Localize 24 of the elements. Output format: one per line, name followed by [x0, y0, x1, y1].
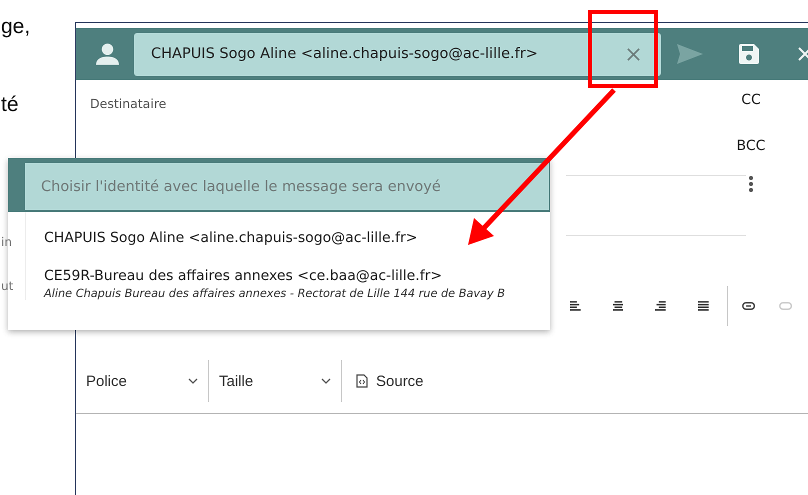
clear-icon[interactable] — [626, 46, 641, 62]
chevron-icon — [321, 378, 331, 384]
align-center-icon[interactable] — [612, 300, 624, 312]
justify-icon[interactable] — [698, 300, 709, 312]
align-right-icon[interactable] — [655, 300, 666, 312]
identity-option[interactable]: CHAPUIS Sogo Aline <aline.chapuis-sogo@ac-lille.fr> — [26, 212, 550, 264]
source-code-icon — [356, 374, 368, 388]
body-text: té — [1, 92, 20, 118]
more-icon[interactable] — [749, 176, 753, 192]
size-select[interactable]: Taille — [219, 372, 341, 390]
body-text: ge, — [1, 14, 30, 40]
chevron-icon — [188, 378, 198, 384]
align-left-icon[interactable] — [570, 300, 581, 312]
identity-signature: Aline Chapuis Bureau des affaires annexes - Rectorat de Lille 144 rue de Bavay B — [44, 287, 506, 300]
recipient-label: Destinataire — [90, 96, 166, 113]
identity-field[interactable]: CHAPUIS Sogo Aline <aline.chapuis-sogo@ac-lille.fr> — [134, 32, 661, 76]
partial-text: in — [1, 234, 12, 251]
partial-text: ut — [1, 278, 14, 295]
link-icon[interactable] — [742, 301, 755, 311]
font-select[interactable]: Police — [86, 372, 208, 390]
person-icon — [95, 42, 120, 66]
identity-search-field[interactable]: Choisir l'identité avec laquelle le message sera envoyé — [25, 163, 549, 210]
identity-option[interactable]: CE59R-Bureau des affaires annexes <ce.baa@ac-lille.fr> — [44, 268, 550, 284]
save-icon[interactable] — [739, 44, 759, 64]
